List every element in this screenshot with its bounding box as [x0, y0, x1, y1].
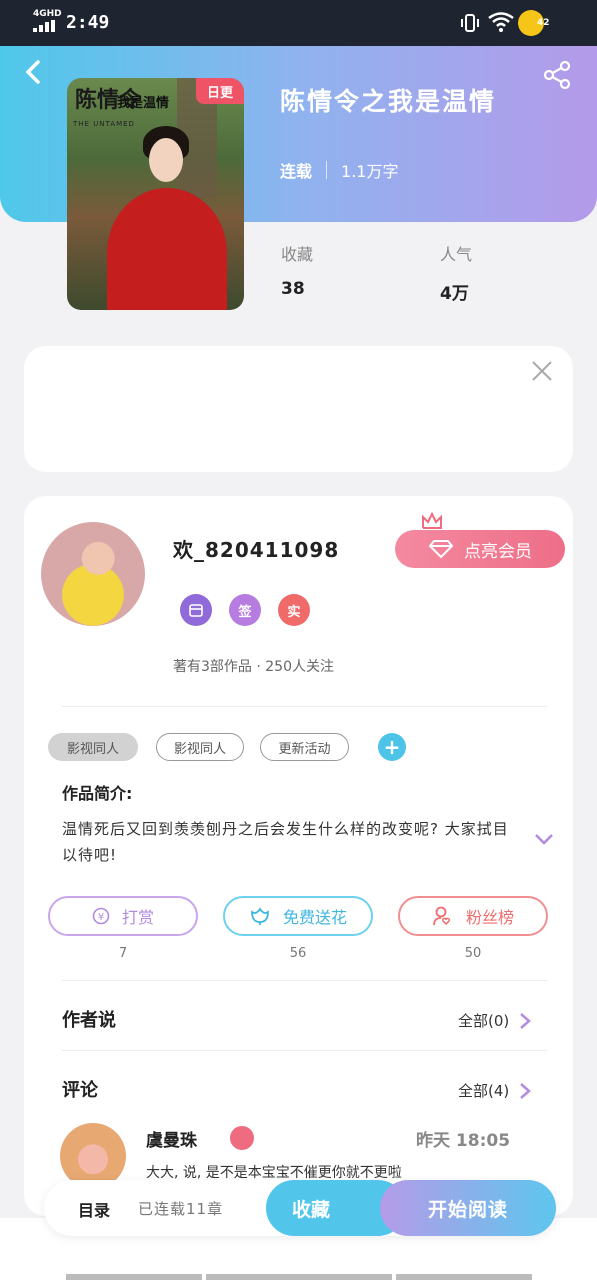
book-cover[interactable]: 陈情令 我是温情 THE UNTAMED 日更: [67, 78, 244, 310]
comments-title: 评论: [62, 1080, 98, 1101]
divider: [62, 980, 547, 981]
signed-badge: 签: [229, 594, 261, 626]
intro-title: 作品简介:: [62, 784, 133, 803]
close-icon[interactable]: [531, 360, 553, 382]
fan-count: 50: [464, 946, 482, 961]
comment-time: 昨天 18:05: [416, 1131, 511, 1151]
start-reading-button[interactable]: 开始阅读: [380, 1180, 556, 1236]
add-tag-button[interactable]: +: [378, 733, 406, 761]
vip-button[interactable]: 点亮会员: [395, 530, 565, 568]
tag-item[interactable]: 影视同人: [156, 733, 244, 761]
commenter-name[interactable]: 虞曼珠: [146, 1126, 197, 1151]
battery-level: 42: [537, 18, 550, 28]
back-icon[interactable]: [22, 58, 46, 86]
cover-title: 我是温情: [117, 96, 170, 111]
author-stats: 著有3部作品 · 250人关注: [173, 659, 334, 675]
diamond-icon: [428, 540, 454, 559]
intro-text: 温情死后又回到羡羡刨丹之后会发生什么样的改变呢? 大家拭目以待吧!: [62, 820, 509, 864]
author-says-more[interactable]: 全部(0): [458, 1010, 532, 1031]
divider: [62, 1050, 547, 1051]
toc-button[interactable]: 目录: [78, 1197, 110, 1221]
vibrate-icon: [461, 14, 479, 32]
nav-indicator: [206, 1274, 392, 1280]
ad-panel: [24, 346, 573, 472]
tip-button[interactable]: ¥ 打赏: [48, 896, 198, 936]
network-type: 4GHD: [33, 9, 62, 19]
chevron-right-icon: [520, 1082, 532, 1099]
calendar-badge-icon: [180, 594, 212, 626]
tip-count: 7: [118, 946, 128, 961]
chapter-count[interactable]: 已连载11章: [138, 1198, 223, 1219]
nav-indicator: [396, 1274, 532, 1280]
send-flower-button[interactable]: 免费送花: [223, 896, 373, 936]
clock: 2:49: [66, 12, 110, 33]
tag-item[interactable]: 更新活动: [260, 733, 349, 761]
coin-icon: ¥: [92, 907, 110, 925]
tag-item[interactable]: 影视同人: [48, 733, 138, 761]
fan-rank-button[interactable]: 粉丝榜: [398, 896, 548, 936]
wifi-icon: [488, 12, 514, 32]
comment-text: 大大, 说, 是不是本宝宝不催更你就不更啦: [146, 1165, 402, 1181]
word-count: 1.1万字: [341, 162, 399, 181]
user-heart-icon: [433, 906, 451, 926]
stat-favorites: 收藏 38: [281, 245, 314, 299]
book-meta: 连载 1.1万字: [280, 158, 398, 182]
vip-diamond-icon: [230, 1126, 254, 1150]
chevron-right-icon: [520, 1012, 532, 1029]
author-name[interactable]: 欢_820411098: [173, 534, 339, 563]
author-says-title: 作者说: [62, 1010, 116, 1031]
nav-indicator: [66, 1274, 202, 1280]
flower-icon: [251, 907, 269, 925]
verified-badge: 实: [278, 594, 310, 626]
cover-subtitle: THE UNTAMED: [73, 120, 135, 128]
status-bar: 4GHD 2:49 42: [0, 0, 597, 46]
svg-text:¥: ¥: [98, 912, 104, 923]
crown-icon: [422, 512, 442, 529]
chevron-down-icon[interactable]: [534, 832, 554, 846]
stat-popularity: 人气 4万: [440, 245, 473, 304]
divider: [62, 706, 547, 707]
comments-more[interactable]: 全部(4): [458, 1080, 532, 1101]
book-status: 连载: [280, 162, 313, 181]
author-avatar[interactable]: [41, 522, 145, 626]
share-icon[interactable]: [542, 60, 572, 90]
update-tag: 日更: [196, 78, 244, 104]
book-title: 陈情令之我是温情: [280, 87, 497, 116]
flower-count: 56: [289, 946, 307, 961]
signal-icon: [33, 20, 57, 32]
